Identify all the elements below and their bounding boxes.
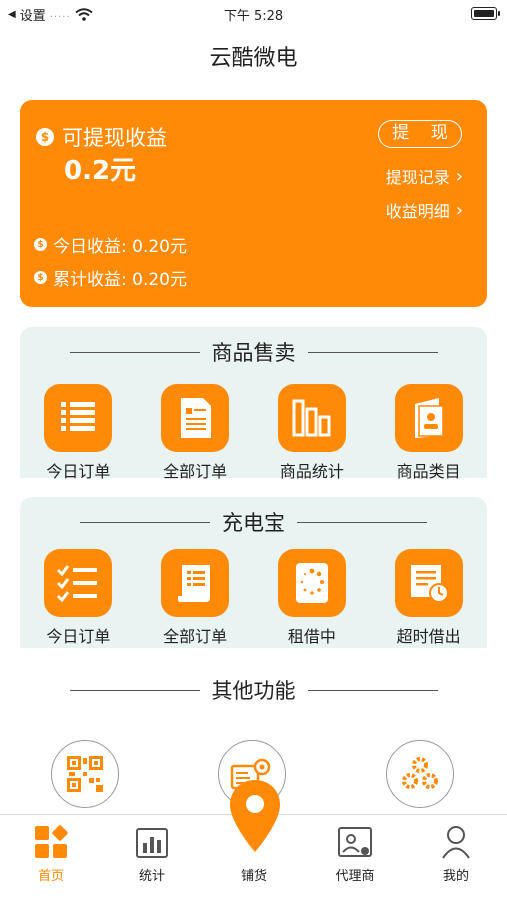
loading-icon [277, 549, 346, 617]
divider [297, 521, 427, 523]
divider [69, 351, 200, 353]
tab-stats[interactable]: 统计 [112, 825, 192, 884]
section-title: 充电宝 [222, 511, 285, 535]
chevron-right-icon: › [455, 199, 463, 221]
today-earnings: $ 今日收益: 0.20元 [34, 232, 187, 257]
tab-label: 首页 [37, 869, 64, 884]
location-pin-icon[interactable] [228, 778, 282, 854]
item-label: 商品统计 [279, 462, 344, 481]
qr-code-button[interactable] [51, 740, 119, 808]
earnings-detail-link[interactable]: 收益明细 › [386, 198, 463, 222]
item-label: 超时借出 [396, 627, 461, 646]
product-sales-section: 商品售卖 今日订单 全部订单 商品统计 商品类目 [20, 327, 487, 481]
renting-button[interactable]: 租借中 [262, 549, 362, 647]
divider [69, 689, 200, 691]
item-label: 全部订单 [163, 627, 228, 646]
total-earnings-text: 累计收益: 0.20元 [53, 270, 187, 290]
gears-icon [402, 757, 438, 789]
item-label: 今日订单 [46, 462, 111, 481]
catalog-icon [394, 384, 463, 452]
bar-chart-icon [277, 384, 346, 452]
coin-icon: $ [34, 238, 47, 251]
gears-button[interactable] [386, 740, 454, 808]
item-label: 商品类目 [396, 462, 461, 481]
earnings-detail-label: 收益明细 [385, 202, 450, 221]
divider [307, 351, 438, 353]
stats-icon [136, 828, 168, 858]
section-title: 其他功能 [211, 679, 296, 703]
withdraw-button[interactable]: 提 现 [378, 120, 462, 148]
available-label: 可提现收益 [62, 126, 167, 150]
status-bar: ◀ 设置 ..... 下午 5:28 [0, 0, 507, 28]
today-orders-button[interactable]: 今日订单 [28, 384, 128, 482]
divider [80, 521, 210, 523]
tab-deploy[interactable]: 铺货 [214, 859, 294, 884]
withdraw-record-label: 提现记录 [385, 168, 450, 187]
available-earnings: $ 可提现收益 [36, 122, 167, 152]
checklist-icon [44, 549, 113, 617]
item-label: 今日订单 [46, 627, 111, 646]
section-title: 商品售卖 [211, 341, 296, 365]
page-title: 云酷微电 [209, 46, 298, 71]
overdue-button[interactable]: 超时借出 [379, 549, 479, 647]
today-earnings-text: 今日收益: 0.20元 [53, 237, 187, 257]
earnings-card: $ 可提现收益 0.2元 提 现 提现记录 › 收益明细 › $ 今日收益: 0… [20, 100, 487, 307]
product-category-button[interactable]: 商品类目 [379, 384, 479, 482]
list-icon [44, 384, 113, 452]
all-orders-button[interactable]: 全部订单 [145, 384, 245, 482]
home-grid-icon [35, 825, 68, 858]
tab-mine[interactable]: 我的 [416, 825, 496, 884]
item-label: 全部订单 [163, 462, 228, 481]
tab-label: 铺货 [240, 869, 267, 884]
tab-label: 统计 [138, 869, 165, 884]
available-amount: 0.2元 [64, 156, 137, 186]
total-earnings: $ 累计收益: 0.20元 [34, 265, 187, 290]
overdue-clock-icon [394, 549, 463, 617]
user-icon [442, 826, 470, 859]
all-orders-button[interactable]: 全部订单 [145, 549, 245, 647]
coin-icon: $ [36, 128, 54, 146]
tab-home[interactable]: 首页 [11, 825, 91, 884]
receipt-icon [161, 549, 230, 617]
today-orders-button[interactable]: 今日订单 [28, 549, 128, 647]
agent-card-icon [338, 827, 372, 857]
product-stats-button[interactable]: 商品统计 [262, 384, 362, 482]
section-header: 充电宝 [20, 507, 487, 537]
document-icon [161, 384, 230, 452]
status-time: 下午 5:28 [223, 9, 284, 24]
tab-agent[interactable]: 代理商 [315, 825, 395, 884]
battery-icon [471, 7, 500, 20]
coin-icon: $ [34, 271, 47, 284]
section-header: 商品售卖 [20, 337, 487, 367]
other-functions-header: 其他功能 [20, 675, 487, 705]
tab-label: 代理商 [335, 869, 375, 884]
qr-code-icon [67, 756, 103, 792]
item-label: 租借中 [287, 627, 336, 646]
divider [307, 689, 438, 691]
chevron-right-icon: › [455, 165, 463, 187]
withdraw-record-link[interactable]: 提现记录 › [386, 164, 463, 188]
power-bank-section: 充电宝 今日订单 全部订单 租借中 超时借出 [20, 497, 487, 648]
tab-label: 我的 [442, 869, 469, 884]
